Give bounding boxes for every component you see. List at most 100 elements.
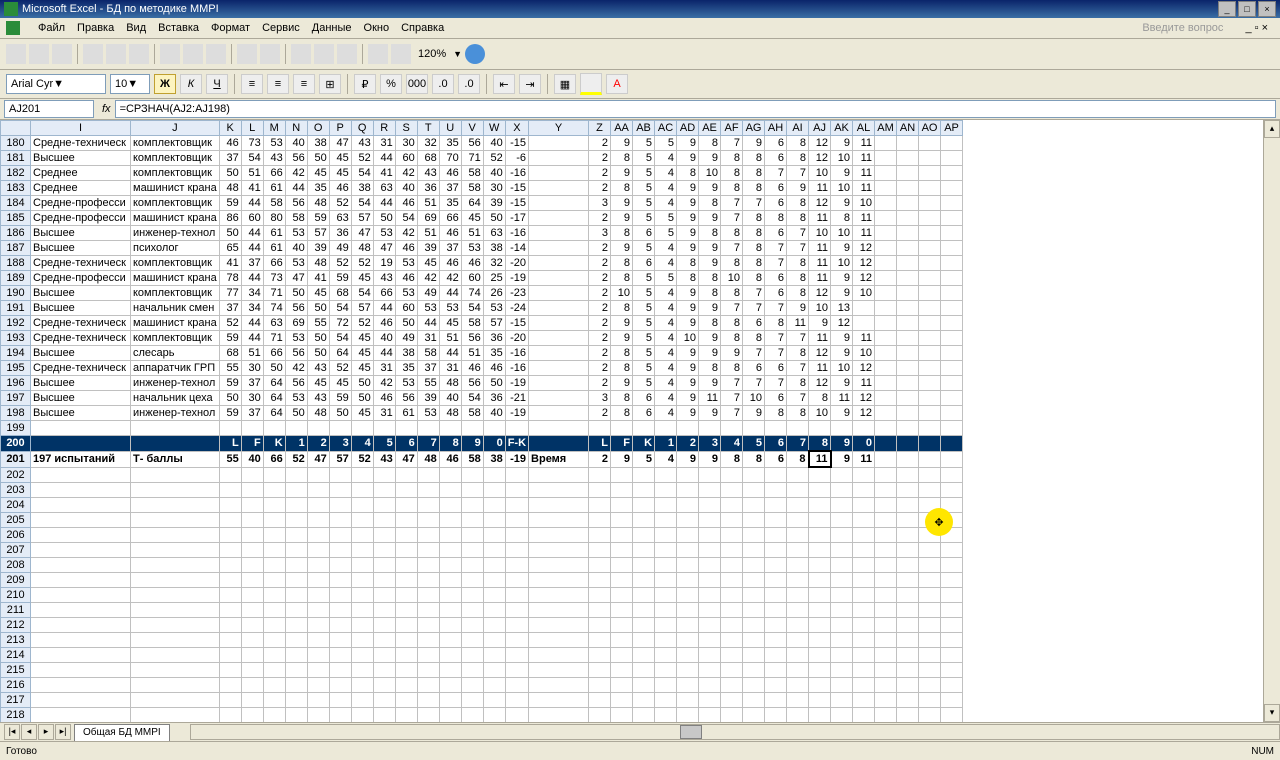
cell[interactable] [505,588,528,603]
cell[interactable] [941,316,963,331]
cell[interactable]: 68 [329,286,351,301]
cell[interactable]: L [589,436,611,452]
cell[interactable]: 7 [721,391,743,406]
cell[interactable] [853,316,875,331]
cell[interactable] [529,693,589,708]
cell[interactable] [897,513,919,528]
cell[interactable] [919,528,941,543]
cell[interactable] [765,513,787,528]
cell[interactable] [919,226,941,241]
cell[interactable] [655,678,677,693]
cell[interactable] [941,528,963,543]
cell[interactable] [329,483,351,498]
cell[interactable] [483,693,505,708]
cell[interactable] [941,498,963,513]
cell[interactable] [721,588,743,603]
cell[interactable]: 8 [743,271,765,286]
cell[interactable]: 2 [589,151,611,166]
cell[interactable] [31,603,131,618]
cell[interactable] [787,663,809,678]
cell[interactable]: 59 [329,391,351,406]
col-header-Q[interactable]: Q [351,121,373,136]
cell[interactable]: 9 [699,241,721,256]
cell[interactable]: 25 [483,271,505,286]
cell[interactable]: 47 [307,451,329,467]
cell[interactable] [241,513,263,528]
cell[interactable] [655,588,677,603]
cell[interactable] [853,528,875,543]
cell[interactable]: 39 [307,241,329,256]
cell[interactable] [853,618,875,633]
row-header-197[interactable]: 197 [1,391,31,406]
cell[interactable]: 63 [483,226,505,241]
row-header-189[interactable]: 189 [1,271,31,286]
cell[interactable]: 66 [373,286,395,301]
row-header-204[interactable]: 204 [1,498,31,513]
cell[interactable]: 40 [373,331,395,346]
cell[interactable]: 6 [395,436,417,452]
cell[interactable] [611,678,633,693]
cell[interactable] [633,603,655,618]
cell[interactable]: комплектовщик [131,136,220,151]
cell[interactable]: 56 [285,151,307,166]
col-header-AC[interactable]: AC [655,121,677,136]
col-header-J[interactable]: J [131,121,220,136]
print-button[interactable] [83,44,103,64]
cell[interactable] [373,528,395,543]
cell[interactable]: 8 [809,436,831,452]
zoom-box[interactable]: 120% [414,48,450,60]
cell[interactable] [897,361,919,376]
cell[interactable] [31,498,131,513]
cell[interactable] [611,528,633,543]
cell[interactable] [285,663,307,678]
cell[interactable] [589,513,611,528]
cell[interactable] [809,633,831,648]
cell[interactable]: начальник цеха [131,391,220,406]
cell[interactable]: 53 [285,256,307,271]
cell[interactable] [461,588,483,603]
cell[interactable] [241,558,263,573]
cell[interactable] [307,498,329,513]
cell[interactable]: 11 [831,391,853,406]
cell[interactable]: 36 [483,331,505,346]
row-header-185[interactable]: 185 [1,211,31,226]
sort-desc-button[interactable] [337,44,357,64]
cell[interactable] [919,618,941,633]
cell[interactable]: 54 [351,196,373,211]
cell[interactable]: 40 [241,451,263,467]
col-header-AO[interactable]: AO [919,121,941,136]
cell[interactable] [875,331,897,346]
cell[interactable]: 39 [483,196,505,211]
cell[interactable] [897,226,919,241]
cell[interactable]: 48 [351,241,373,256]
cell[interactable]: 5 [633,151,655,166]
cell[interactable] [483,663,505,678]
cell[interactable]: F [241,436,263,452]
cell[interactable] [529,376,589,391]
cell[interactable] [529,271,589,286]
cell[interactable] [743,467,765,483]
merge-button[interactable]: ⊞ [319,74,341,94]
cell[interactable] [589,618,611,633]
cell[interactable] [897,241,919,256]
cell[interactable]: 8 [787,376,809,391]
cell[interactable]: -16 [505,166,528,181]
cell[interactable] [263,573,285,588]
cell[interactable]: 41 [307,271,329,286]
cell[interactable]: 56 [285,196,307,211]
cell[interactable] [919,316,941,331]
cell[interactable] [831,618,853,633]
cell[interactable] [263,513,285,528]
cell[interactable] [351,603,373,618]
cell[interactable] [131,603,220,618]
cell[interactable]: 34 [241,301,263,316]
cell[interactable]: 54 [351,286,373,301]
cell[interactable]: 8 [721,331,743,346]
cell[interactable] [831,543,853,558]
cell[interactable] [721,573,743,588]
cell[interactable] [417,483,439,498]
cell[interactable] [483,513,505,528]
cell[interactable]: 57 [307,226,329,241]
cell[interactable]: 51 [461,226,483,241]
cell[interactable]: 50 [307,346,329,361]
